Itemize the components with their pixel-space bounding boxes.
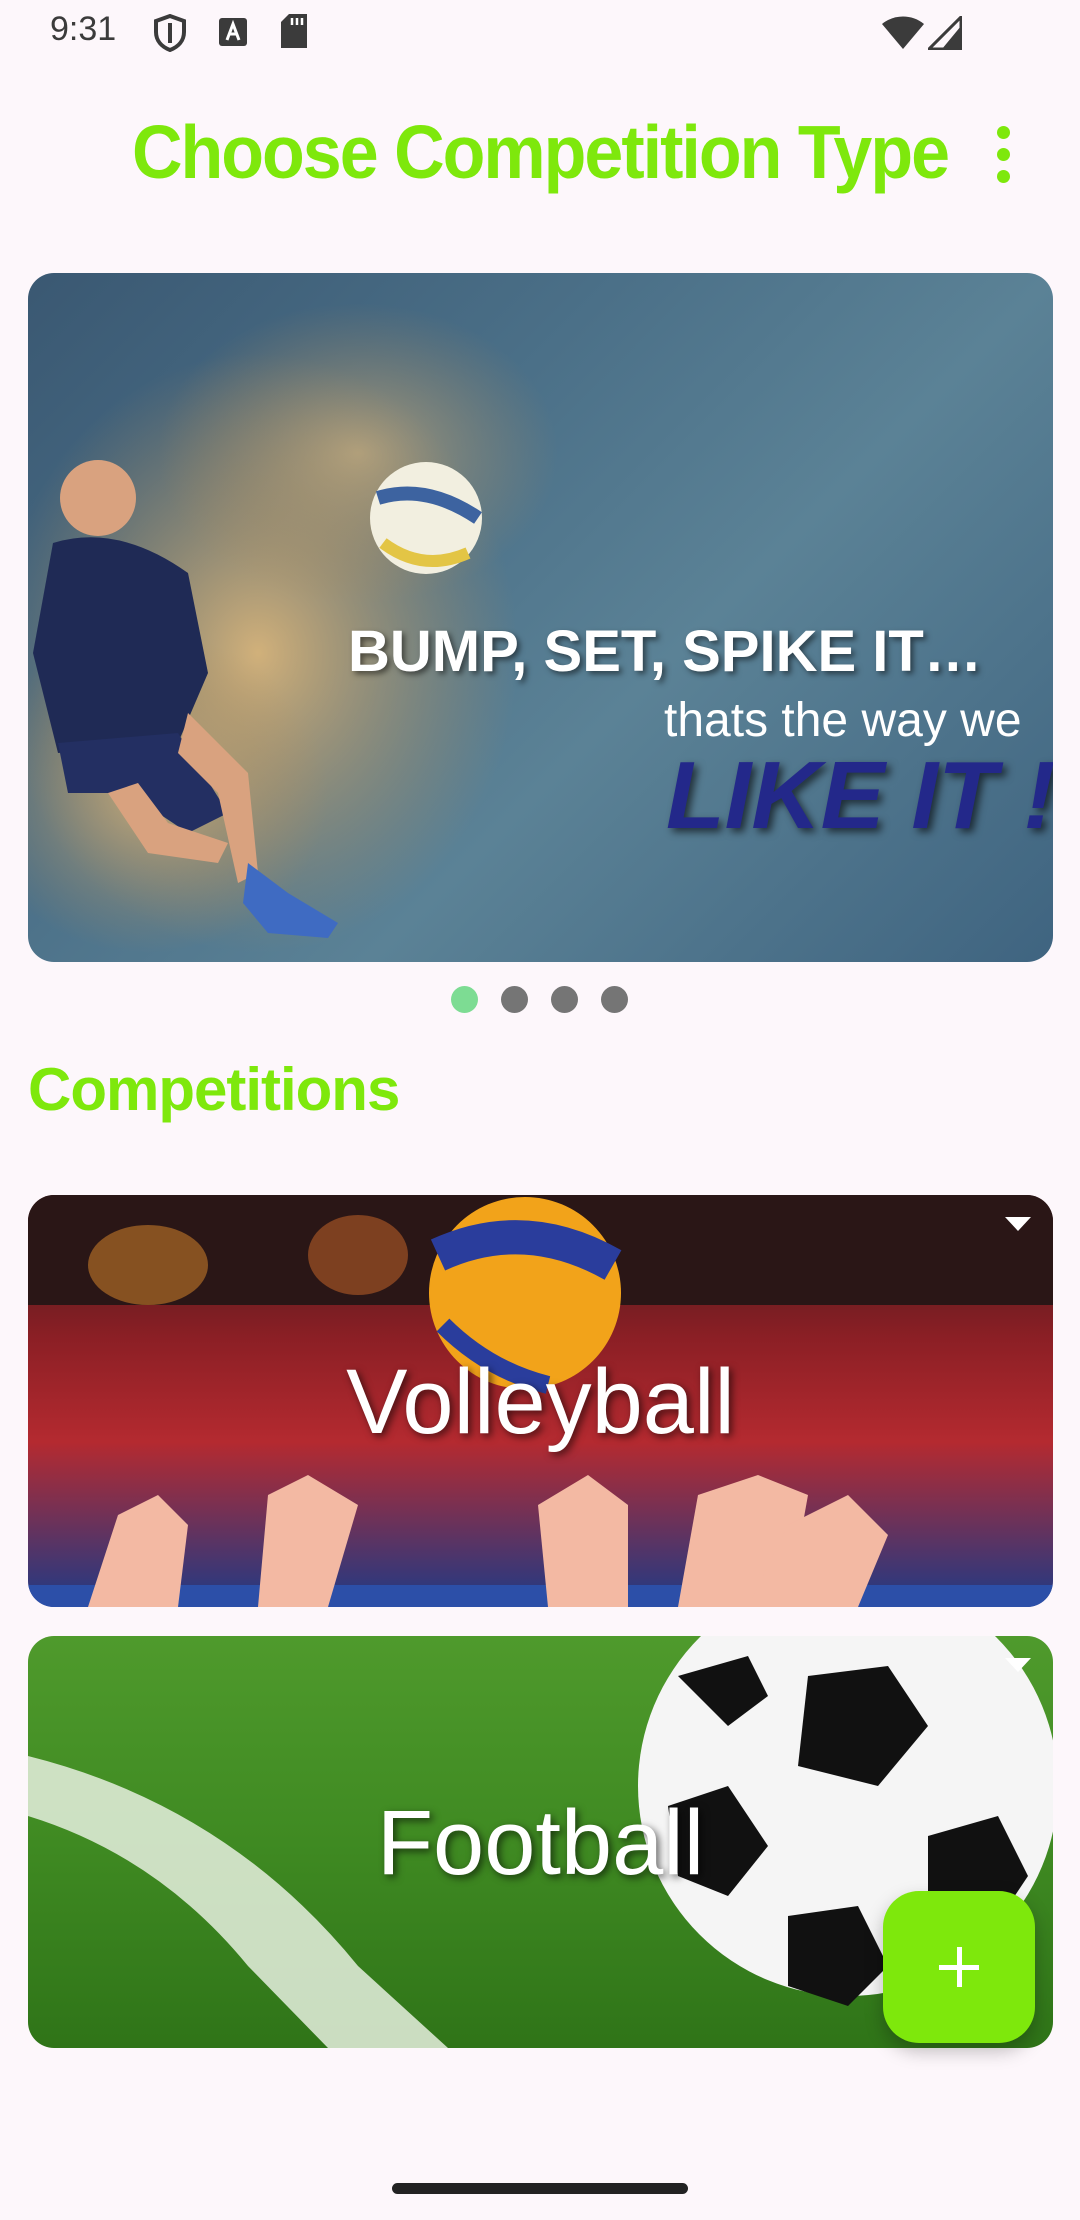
signal-icon	[925, 13, 963, 55]
page-dot-2[interactable]	[501, 986, 528, 1013]
banner-headline: BUMP, SET, SPIKE IT…	[348, 619, 982, 684]
page-dot-4[interactable]	[601, 986, 628, 1013]
chevron-down-icon[interactable]	[1003, 1656, 1033, 1679]
wifi-icon	[882, 16, 924, 55]
page-dot-3[interactable]	[551, 986, 578, 1013]
app-bar: Choose Competition Type	[0, 90, 1080, 220]
font-a-icon	[219, 18, 247, 51]
sd-card-icon	[279, 14, 309, 55]
more-options-button[interactable]	[976, 120, 1032, 190]
home-indicator[interactable]	[392, 2183, 688, 2194]
page-dot-1[interactable]	[451, 986, 478, 1013]
chevron-down-icon[interactable]	[1003, 1215, 1033, 1238]
shield-icon	[153, 13, 187, 57]
competition-label: Football	[376, 1792, 705, 1894]
status-bar: 9:31	[0, 0, 1080, 66]
carousel-page-indicator	[0, 985, 1080, 1015]
status-time: 9:31	[50, 10, 117, 48]
banner-subline: thats the way we	[664, 694, 1022, 747]
page-title: Choose Competition Type	[131, 109, 950, 195]
competition-card-volleyball[interactable]: Volleyball	[28, 1195, 1053, 1607]
banner-carousel[interactable]: BUMP, SET, SPIKE IT… thats the way we LI…	[28, 273, 1053, 962]
competition-label: Volleyball	[346, 1351, 735, 1453]
section-title: Competitions	[28, 1056, 400, 1123]
add-competition-button[interactable]	[883, 1891, 1035, 2043]
banner-emphasis: LIKE IT !	[666, 742, 1053, 849]
